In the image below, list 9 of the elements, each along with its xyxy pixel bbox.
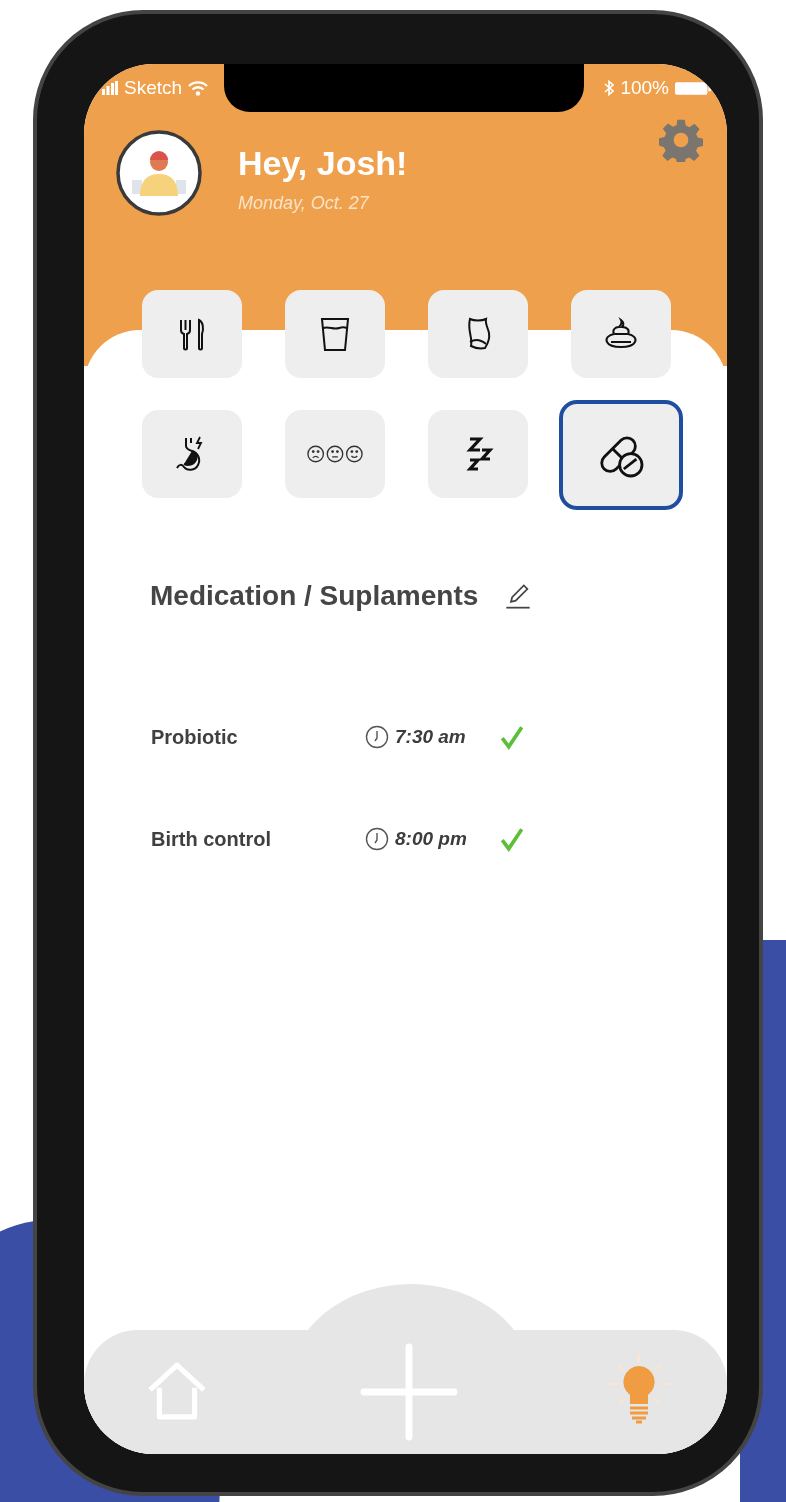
battery-percentage: 100% [620,77,669,99]
date-label: Monday, Oct. 27 [238,193,371,214]
medication-time: 8:00 pm [395,828,468,850]
medication-name: Probiotic [151,725,239,749]
section-title: Medication / Suplaments [150,580,479,612]
greeting: Hey, Josh! [238,144,408,183]
carrier-name: Sketch [124,77,183,99]
medication-time: 7:30 am [395,726,467,748]
medication-name: Birth control [151,827,272,851]
